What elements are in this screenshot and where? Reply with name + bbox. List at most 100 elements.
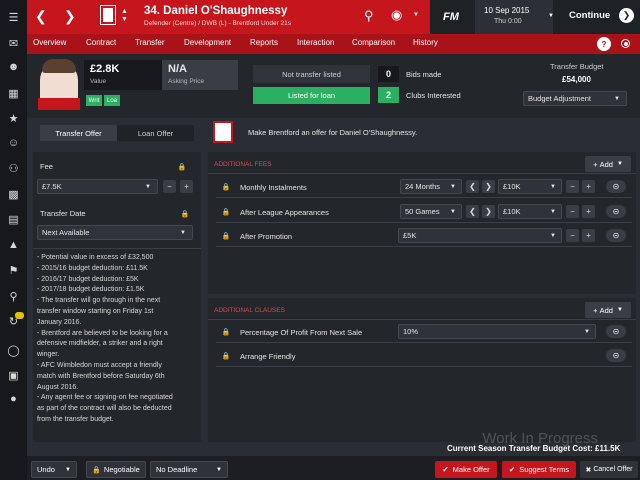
suggest-terms-label: Suggest Terms <box>519 465 570 474</box>
deadline-dropdown[interactable]: No Deadline ▼ <box>150 461 228 478</box>
undo-button[interactable]: Undo ▼ <box>31 461 77 478</box>
chevron-down-icon[interactable]: ▼ <box>121 16 128 23</box>
amount-increase-button[interactable]: + <box>582 205 595 218</box>
globe-icon[interactable]: ◉ <box>391 7 402 23</box>
transfer-notes: - Potential value in excess of £32,500 -… <box>37 253 199 426</box>
menu-icon[interactable]: ☰ <box>0 6 27 28</box>
nav-history[interactable]: History <box>413 38 438 47</box>
date-chevron-icon[interactable]: ▼ <box>548 13 554 19</box>
nav-comparison[interactable]: Comparison <box>352 38 395 47</box>
remove-fee-button[interactable]: ⊝ <box>606 180 626 193</box>
globe-chevron-icon[interactable]: ▼ <box>413 12 419 18</box>
amount-input[interactable]: £5K ▼ <box>398 228 562 243</box>
add-fee-button[interactable]: + Add ▼ <box>585 156 631 172</box>
amount-decrease-button[interactable]: − <box>566 205 579 218</box>
transfer-date-value: Next Available <box>42 228 90 237</box>
amount-decrease-button[interactable]: − <box>566 229 579 242</box>
scouting-icon[interactable]: ⚑ <box>0 259 27 281</box>
clause-row-label: Percentage Of Profit From Next Sale <box>240 328 363 337</box>
divider <box>33 248 201 249</box>
tab-loan-offer[interactable]: Loan Offer <box>117 125 194 141</box>
document-icon[interactable]: ▤ <box>0 208 27 230</box>
negotiable-label: Negotiable <box>103 465 140 474</box>
search-icon[interactable]: ⚲ <box>364 8 374 24</box>
amount-value: £10K <box>503 182 521 191</box>
chevron-down-icon: ▼ <box>216 466 222 473</box>
tab-transfer-offer[interactable]: Transfer Offer <box>40 125 117 141</box>
briefcase-icon[interactable]: ▣ <box>0 364 27 386</box>
squad-icon[interactable]: ☻ <box>0 56 27 78</box>
player-value: £2.8K <box>90 63 120 75</box>
budget-adjustment-dropdown[interactable]: Budget Adjustment ▼ <box>523 91 627 106</box>
finance-icon[interactable]: ● <box>0 388 27 410</box>
make-offer-button[interactable]: ✔ Make Offer <box>435 461 497 478</box>
add-clause-button[interactable]: + Add ▼ <box>585 302 631 318</box>
cancel-offer-button[interactable]: ✖ Cancel Offer <box>580 461 638 478</box>
offer-message: Make Brentford an offer for Daniel O'Sha… <box>248 128 418 137</box>
period-value: 50 Games <box>405 207 440 216</box>
transfer-date-dropdown[interactable]: Next Available ▼ <box>37 225 193 240</box>
clause-value-dropdown[interactable]: 10% ▼ <box>398 324 596 339</box>
remove-fee-button[interactable]: ⊝ <box>606 229 626 242</box>
staff-icon[interactable]: ☺ <box>0 132 27 154</box>
continue-arrow-icon[interactable]: ❯ <box>619 8 634 23</box>
lock-icon[interactable]: 🔒 <box>181 210 190 218</box>
period-prev-button[interactable]: ❮ <box>466 180 479 193</box>
shield-icon[interactable]: ◯ <box>0 339 27 361</box>
search-icon[interactable]: ⚲ <box>0 285 27 307</box>
nav-interaction[interactable]: Interaction <box>297 38 334 47</box>
nav-transfer[interactable]: Transfer <box>135 38 165 47</box>
nav-contract[interactable]: Contract <box>86 38 116 47</box>
nav-reports[interactable]: Reports <box>250 38 278 47</box>
chevron-up-icon[interactable]: ▲ <box>121 8 128 15</box>
amount-input[interactable]: £10K ▼ <box>498 204 562 219</box>
fee-input[interactable]: £7.5K ▼ <box>37 179 158 194</box>
fee-decrease-button[interactable]: − <box>163 180 176 193</box>
remove-clause-button[interactable]: ⊝ <box>606 325 626 338</box>
nav-overview[interactable]: Overview <box>33 38 66 47</box>
note-line: - 2016/17 budget deduction: £5K <box>37 275 139 283</box>
period-dropdown[interactable]: 50 Games ▼ <box>400 204 462 219</box>
continue-button[interactable]: Continue <box>569 10 610 21</box>
period-next-button[interactable]: ❯ <box>482 180 495 193</box>
fee-increase-button[interactable]: + <box>180 180 193 193</box>
tag-wanted: Wnt <box>86 95 102 106</box>
remove-fee-button[interactable]: ⊝ <box>606 205 626 218</box>
amount-increase-button[interactable]: + <box>582 229 595 242</box>
period-next-button[interactable]: ❯ <box>482 205 495 218</box>
amount-decrease-button[interactable]: − <box>566 180 579 193</box>
people-icon[interactable]: ⚇ <box>0 157 27 179</box>
note-line: January 2016. <box>37 318 82 326</box>
top-bar: ❮ ❯ ▲ ▼ 34. Daniel O'Shaughnessy Defende… <box>27 0 640 34</box>
forward-arrow-icon[interactable]: ❯ <box>64 8 76 25</box>
help-icon[interactable]: ? <box>597 37 611 51</box>
lock-icon[interactable]: 🔒 <box>222 232 231 240</box>
inbox-icon[interactable]: ✉ <box>0 32 27 54</box>
amount-increase-button[interactable]: + <box>582 180 595 193</box>
amount-input[interactable]: £10K ▼ <box>498 179 562 194</box>
additional-clauses-title: ADDITIONAL CLAUSES <box>214 307 285 314</box>
suggest-terms-button[interactable]: ✔ Suggest Terms <box>502 461 576 478</box>
period-dropdown[interactable]: 24 Months ▼ <box>400 179 462 194</box>
nav-development[interactable]: Development <box>184 38 231 47</box>
undo-label: Undo <box>37 465 55 474</box>
back-arrow-icon[interactable]: ❮ <box>35 8 47 25</box>
calendar-icon[interactable]: ▦ <box>0 82 27 104</box>
fm-logo: FM <box>443 11 459 23</box>
note-line: August 2016. <box>37 383 79 391</box>
tactics-icon[interactable]: ▩ <box>0 183 27 205</box>
transfer-date-label: Transfer Date <box>40 209 86 218</box>
player-title: 34. Daniel O'Shaughnessy <box>144 5 288 17</box>
lock-icon[interactable]: 🔒 <box>222 183 231 191</box>
lock-icon[interactable]: 🔒 <box>222 352 231 360</box>
period-prev-button[interactable]: ❮ <box>466 205 479 218</box>
additional-fees-title: ADDITIONAL FEES <box>214 161 272 168</box>
remove-clause-button[interactable]: ⊝ <box>606 349 626 362</box>
sidebar: ☰ ✉ ☻ ▦ ★ ☺ ⚇ ▩ ▤ ▲ ⚑ ⚲ ↻ ◯ ▣ ● <box>0 0 27 480</box>
training-icon[interactable]: ▲ <box>0 234 27 256</box>
lock-icon[interactable]: 🔒 <box>222 208 231 216</box>
lock-icon[interactable]: 🔒 <box>222 328 231 336</box>
trophy-icon[interactable]: ★ <box>0 107 27 129</box>
negotiable-toggle[interactable]: 🔒 Negotiable <box>86 461 146 478</box>
lock-icon[interactable]: 🔒 <box>178 163 187 171</box>
